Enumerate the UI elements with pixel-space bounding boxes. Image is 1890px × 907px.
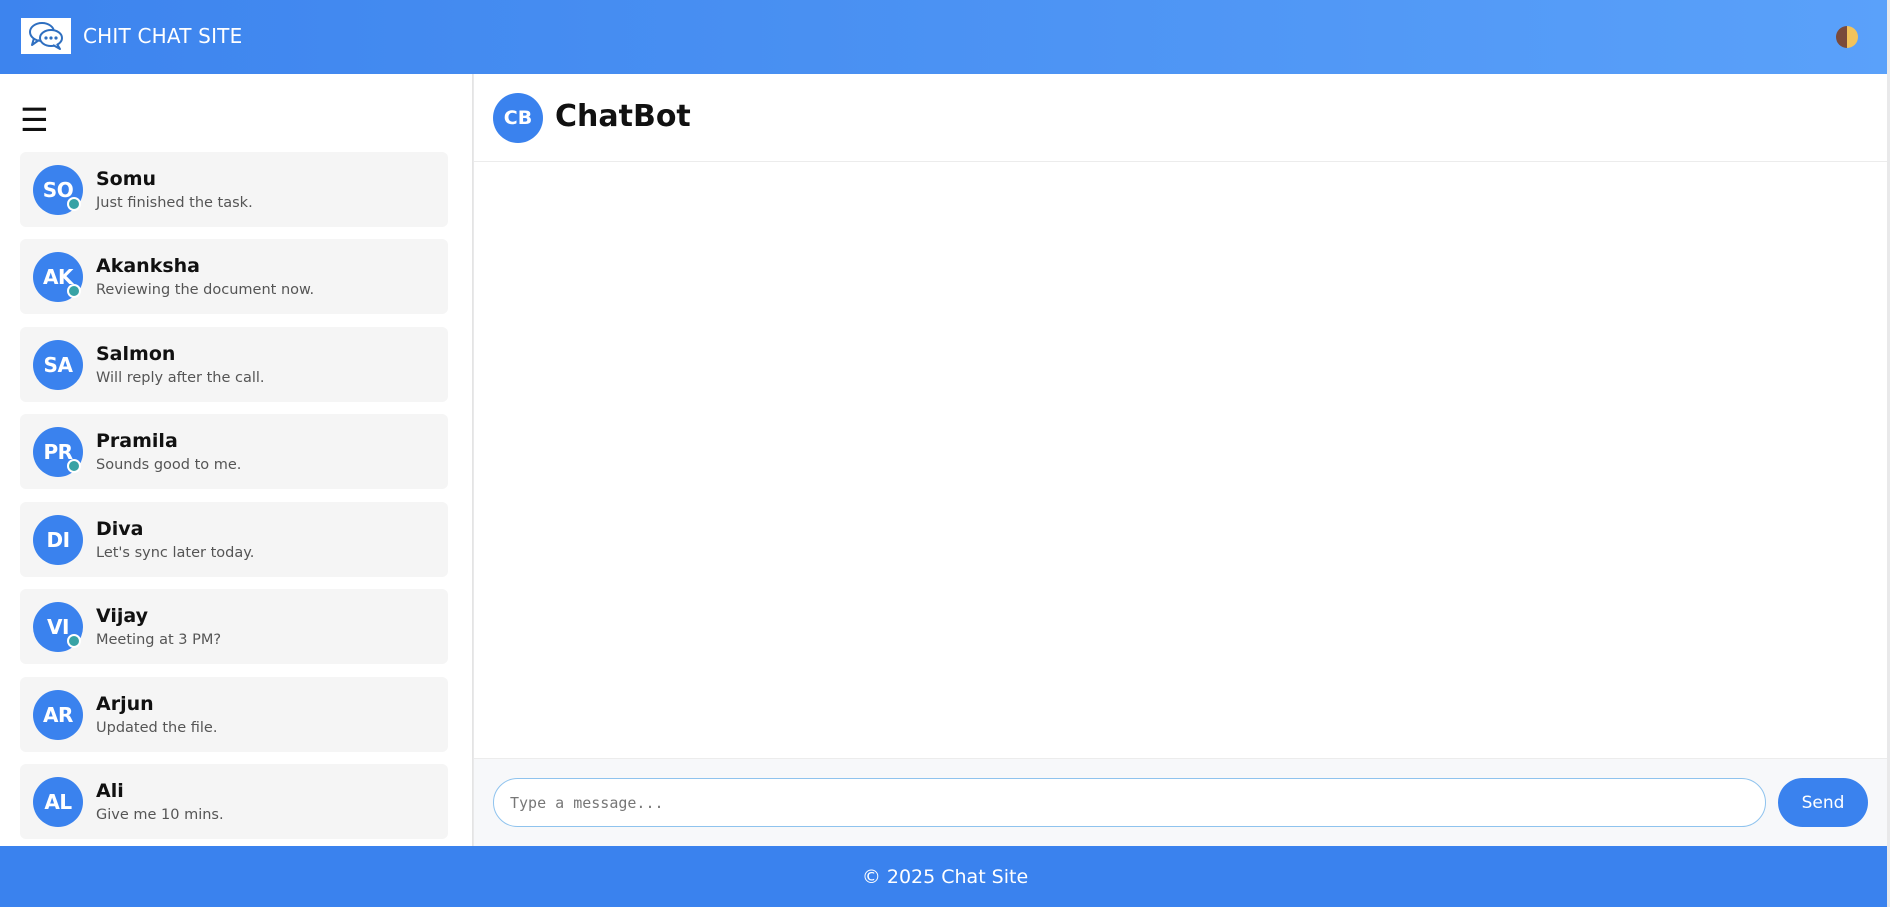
theme-toggle-icon[interactable] xyxy=(1836,26,1858,48)
contact-last-message: Will reply after the call. xyxy=(96,370,265,386)
contact-last-message: Reviewing the document now. xyxy=(96,282,315,298)
page-footer: © 2025 Chat Site xyxy=(0,846,1890,907)
contact-name: Vijay xyxy=(96,605,149,627)
contact-item-vijay[interactable]: VI Vijay Meeting at 3 PM? xyxy=(20,589,448,664)
online-status-dot xyxy=(67,197,81,211)
contact-name: Akanksha xyxy=(96,255,200,277)
contact-name: Ali xyxy=(96,780,124,802)
message-input[interactable] xyxy=(493,778,1766,827)
contact-name: Arjun xyxy=(96,693,154,715)
contact-item-diva[interactable]: DI Diva Let's sync later today. xyxy=(20,502,448,577)
chat-bubbles-icon[interactable] xyxy=(21,18,71,54)
avatar: AR xyxy=(33,690,83,740)
chat-panel: CB ChatBot Send xyxy=(474,74,1887,846)
contact-name: Salmon xyxy=(96,343,176,365)
avatar: AL xyxy=(33,777,83,827)
chat-title: ChatBot xyxy=(555,99,691,134)
footer-copyright: © 2025 Chat Site xyxy=(861,865,1029,888)
contact-item-salmon[interactable]: SA Salmon Will reply after the call. xyxy=(20,327,448,402)
contact-last-message: Sounds good to me. xyxy=(96,457,242,473)
contact-name: Somu xyxy=(96,168,157,190)
chatbot-avatar: CB xyxy=(493,93,543,143)
contact-last-message: Meeting at 3 PM? xyxy=(96,632,222,648)
app-root: CHIT CHAT SITE ☰ SO Somu Just finished t… xyxy=(0,0,1890,907)
send-button[interactable]: Send xyxy=(1778,778,1868,827)
top-header: CHIT CHAT SITE xyxy=(0,0,1890,74)
avatar: SA xyxy=(33,340,83,390)
contact-item-arjun[interactable]: AR Arjun Updated the file. xyxy=(20,677,448,752)
contact-last-message: Just finished the task. xyxy=(96,195,253,211)
avatar: DI xyxy=(33,515,83,565)
site-title: CHIT CHAT SITE xyxy=(83,24,243,48)
contact-item-ali[interactable]: AL Ali Give me 10 mins. xyxy=(20,764,448,839)
contacts-sidebar: ☰ SO Somu Just finished the task. AK Aka… xyxy=(0,74,473,846)
contact-last-message: Give me 10 mins. xyxy=(96,807,224,823)
contact-item-somu[interactable]: SO Somu Just finished the task. xyxy=(20,152,448,227)
chat-header: CB ChatBot xyxy=(474,74,1887,162)
contact-item-pramila[interactable]: PR Pramila Sounds good to me. xyxy=(20,414,448,489)
contact-last-message: Updated the file. xyxy=(96,720,218,736)
online-status-dot xyxy=(67,284,81,298)
contact-item-akanksha[interactable]: AK Akanksha Reviewing the document now. xyxy=(20,239,448,314)
message-composer: Send xyxy=(474,758,1887,846)
contact-last-message: Let's sync later today. xyxy=(96,545,255,561)
contact-name: Diva xyxy=(96,518,144,540)
online-status-dot xyxy=(67,459,81,473)
menu-icon[interactable]: ☰ xyxy=(20,104,49,136)
contact-name: Pramila xyxy=(96,430,178,452)
online-status-dot xyxy=(67,634,81,648)
message-list[interactable] xyxy=(474,163,1887,758)
